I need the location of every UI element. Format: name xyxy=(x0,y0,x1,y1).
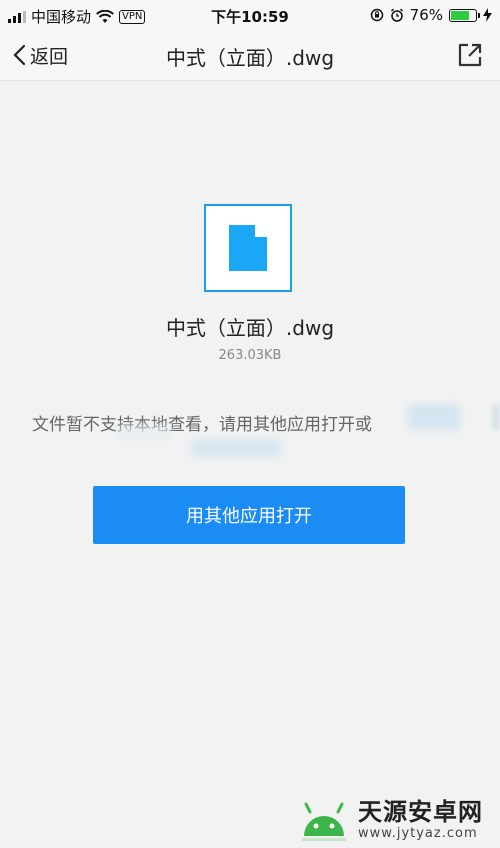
watermark-url: www.jytyaz.com xyxy=(358,825,478,841)
android-logo-icon xyxy=(302,802,346,841)
battery-icon xyxy=(449,8,480,22)
unsupported-message: 文件暂不支持本地查看，请用其他应用打开或 xyxy=(32,415,372,435)
status-bar: 中国移动 VPN 下午10:59 76% xyxy=(0,0,500,30)
external-share-icon[interactable] xyxy=(456,41,484,69)
status-right: 76% xyxy=(370,6,492,24)
battery-percent: 76% xyxy=(409,6,443,24)
blurred-text xyxy=(190,440,282,456)
blurred-text xyxy=(492,404,500,430)
document-icon xyxy=(229,225,267,271)
blurred-text xyxy=(408,404,460,430)
file-name: 中式（立面）.dwg xyxy=(165,316,335,340)
nav-bar: 返回 中式（立面）.dwg xyxy=(0,30,500,81)
file-size: 263.03KB xyxy=(218,348,282,363)
charging-icon xyxy=(483,8,492,22)
alarm-icon xyxy=(390,8,403,22)
open-with-other-app-button[interactable]: 用其他应用打开 xyxy=(93,486,405,544)
blurred-text xyxy=(118,426,170,440)
orientation-lock-icon xyxy=(370,8,383,22)
watermark-title: 天源安卓网 xyxy=(358,797,483,826)
page-title: 中式（立面）.dwg xyxy=(165,46,335,70)
watermark: 天源安卓网 www.jytyaz.com xyxy=(298,796,483,842)
battery-fill xyxy=(451,10,469,20)
file-icon-frame xyxy=(204,204,292,292)
